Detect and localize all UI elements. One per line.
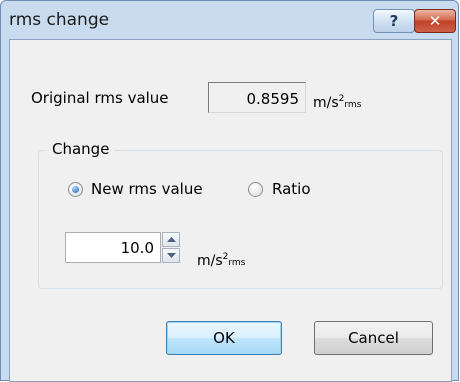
spin-up-button[interactable] — [162, 232, 180, 247]
close-button[interactable]: ✕ — [414, 9, 456, 33]
unit-suffix: rms — [228, 258, 246, 268]
change-group-title: Change — [47, 140, 115, 158]
chevron-down-icon — [166, 253, 176, 258]
rms-value-input[interactable]: 10.0 — [65, 232, 161, 263]
chevron-up-icon — [166, 237, 176, 242]
new-rms-value-label[interactable]: New rms value — [91, 180, 203, 198]
original-rms-unit: m/s2rms — [313, 94, 361, 111]
dialog-body: Original rms value 0.8595 m/s2rms Change… — [9, 39, 452, 382]
ratio-radio[interactable] — [248, 182, 263, 197]
new-rms-value-radio[interactable] — [68, 182, 83, 197]
unit-base: m/s — [313, 95, 339, 111]
window-title: rms change — [9, 10, 110, 30]
ok-button[interactable]: OK — [166, 321, 282, 355]
help-button[interactable]: ? — [373, 9, 415, 33]
close-icon: ✕ — [428, 12, 442, 30]
original-rms-label: Original rms value — [31, 89, 169, 107]
ratio-label[interactable]: Ratio — [272, 180, 311, 198]
spin-down-button[interactable] — [162, 248, 180, 263]
help-icon: ? — [389, 12, 399, 30]
rms-value-unit: m/s2rms — [197, 252, 245, 269]
unit-base: m/s — [197, 253, 223, 269]
cancel-button[interactable]: Cancel — [314, 321, 433, 355]
rms-value-spinner — [162, 232, 180, 263]
radio-selected-dot — [72, 186, 79, 193]
original-rms-value: 0.8595 — [208, 82, 306, 113]
title-bar[interactable]: rms change ? ✕ — [1, 1, 460, 39]
unit-suffix: rms — [344, 100, 362, 110]
dialog-window: rms change ? ✕ Original rms value 0.8595… — [0, 0, 460, 382]
